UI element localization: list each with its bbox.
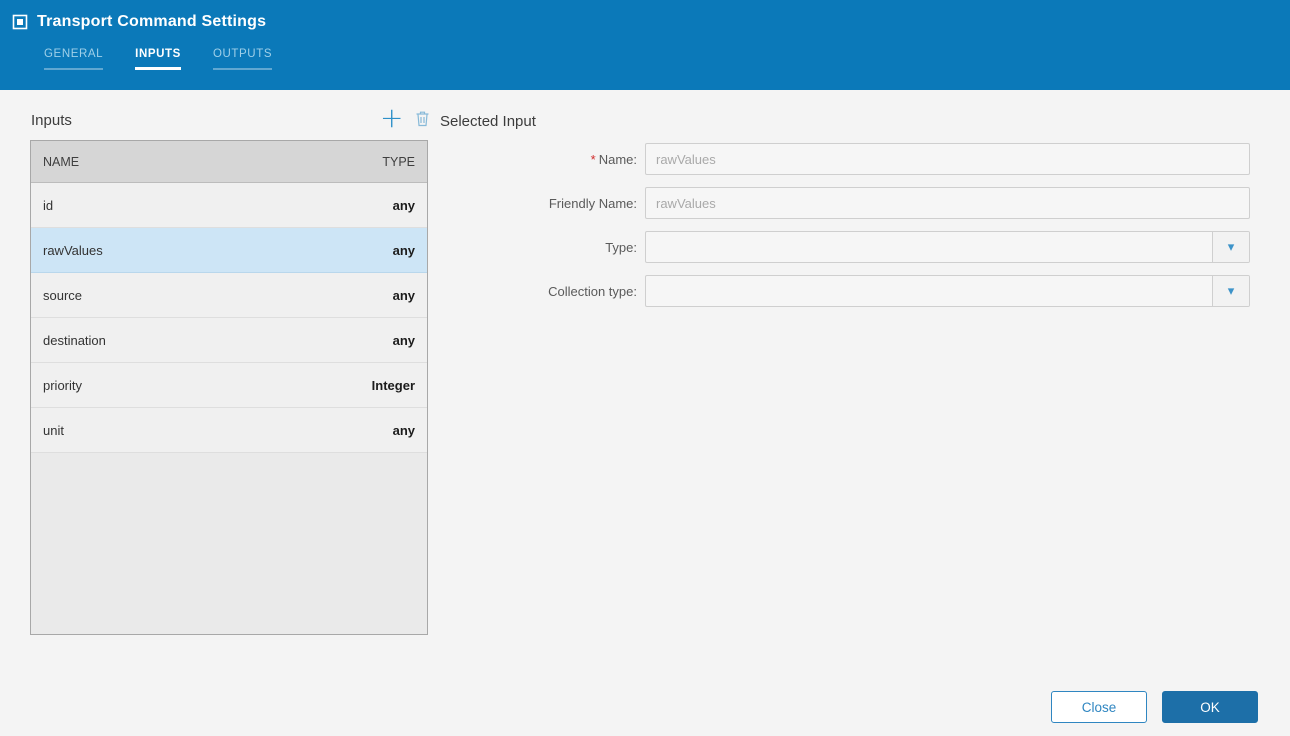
close-button[interactable]: Close [1051, 691, 1147, 723]
row-name: source [43, 287, 83, 303]
row-type: any [392, 197, 415, 213]
table-row[interactable]: unit any [31, 408, 427, 453]
form-row-collection-type: Collection type: ▾ [440, 275, 1260, 307]
row-name: rawValues [43, 242, 103, 258]
name-input[interactable] [645, 143, 1250, 175]
chevron-down-icon: ▾ [1212, 276, 1249, 306]
tab-general[interactable]: GENERAL [44, 48, 104, 70]
column-header-type: TYPE [382, 154, 415, 169]
type-label: Type: [605, 239, 637, 255]
form-row-type: Type: ▾ [440, 231, 1260, 263]
row-name: unit [43, 422, 64, 438]
row-type: Integer [371, 377, 415, 393]
row-name: id [43, 197, 54, 213]
collection-type-label: Collection type: [548, 283, 637, 299]
tab-inputs[interactable]: INPUTS [135, 48, 181, 70]
row-type: any [392, 422, 415, 438]
name-label: * Name: [590, 151, 637, 167]
page-title: Transport Command Settings [37, 13, 267, 30]
row-type: any [392, 242, 415, 258]
column-header-name: NAME [43, 154, 80, 169]
inputs-table: NAME TYPE id any rawValues any source an… [30, 140, 428, 635]
friendly-name-label: Friendly Name: [548, 195, 637, 211]
trash-icon [415, 111, 430, 130]
chevron-down-icon: ▾ [1212, 232, 1249, 262]
table-row[interactable]: destination any [31, 318, 427, 363]
tab-bar: GENERAL INPUTS OUTPUTS [44, 48, 273, 70]
friendly-name-input[interactable] [645, 187, 1250, 219]
form-row-name: * Name: [440, 143, 1260, 175]
ok-button[interactable]: OK [1162, 691, 1258, 723]
row-name: priority [43, 377, 83, 393]
settings-window-icon [12, 14, 28, 30]
tab-outputs[interactable]: OUTPUTS [212, 48, 273, 70]
row-type: any [392, 332, 415, 348]
selected-input-title: Selected Input [440, 113, 536, 130]
inputs-table-header: NAME TYPE [31, 141, 427, 183]
required-asterisk: * [590, 151, 596, 167]
collection-type-select[interactable]: ▾ [645, 275, 1250, 307]
table-row[interactable]: id any [31, 183, 427, 228]
type-select[interactable]: ▾ [645, 231, 1250, 263]
footer-actions: Close OK [1051, 691, 1258, 723]
inputs-panel-actions: + [380, 104, 430, 132]
form-row-friendly-name: Friendly Name: [440, 187, 1260, 219]
collection-type-select-value [646, 276, 1212, 306]
table-row[interactable]: source any [31, 273, 427, 318]
table-row[interactable]: priority Integer [31, 363, 427, 408]
inputs-panel-title: Inputs [31, 112, 72, 129]
type-select-value [646, 232, 1212, 262]
delete-input-button[interactable] [415, 110, 430, 130]
row-name: destination [43, 332, 106, 348]
row-type: any [392, 287, 415, 303]
selected-input-form: *Name: Friendly Name: Type: ▾ Collection… [440, 143, 1260, 319]
table-row-selected[interactable]: rawValues any [31, 228, 427, 273]
plus-icon: + [380, 101, 404, 134]
add-input-button[interactable]: + [380, 104, 403, 132]
header: Transport Command Settings GENERAL INPUT… [0, 0, 1290, 90]
